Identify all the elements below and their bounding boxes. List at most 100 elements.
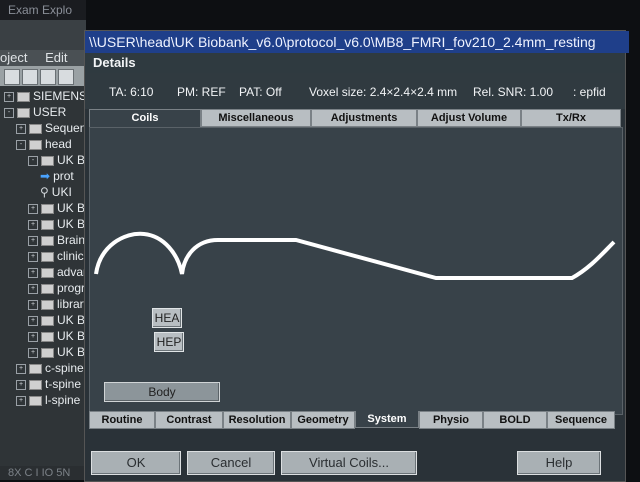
toolbar-paste-icon[interactable] xyxy=(22,69,38,85)
tree-item-label: UK Bio xyxy=(57,329,86,343)
menu-edit[interactable]: Edit xyxy=(45,50,67,65)
expand-icon[interactable]: + xyxy=(28,331,38,342)
tree-item[interactable]: ➡ prot xyxy=(40,168,74,184)
exam-explorer-window: Exam Explo oject Edit + SIEMENS - USER + Sequ… xyxy=(0,0,86,480)
expand-icon[interactable]: + xyxy=(16,123,26,134)
explorer-status: 8X C I IO 5N xyxy=(0,466,86,480)
tree-item-label: UK Bio xyxy=(57,153,86,167)
folder-icon xyxy=(29,395,42,406)
cancel-button[interactable]: Cancel xyxy=(187,451,275,475)
tab-coils[interactable]: Coils xyxy=(89,109,201,128)
folder-icon xyxy=(41,155,54,166)
explorer-menubar: oject Edit xyxy=(0,50,86,66)
tree-item[interactable]: + library xyxy=(28,296,86,312)
expand-icon[interactable]: + xyxy=(28,235,38,246)
dialog-title[interactable]: \\USER\head\UK Biobank_v6.0\protocol_v6.… xyxy=(85,31,629,53)
tab-physio[interactable]: Physio xyxy=(419,411,483,429)
toolbar-copy-icon[interactable] xyxy=(4,69,20,85)
folder-icon xyxy=(41,283,54,294)
tree-item[interactable]: + Brain D xyxy=(28,232,86,248)
tree-item[interactable]: + t-spine xyxy=(16,376,81,392)
tree-item[interactable]: + UK Bio xyxy=(28,312,86,328)
tab-adjust-volume[interactable]: Adjust Volume xyxy=(417,109,521,127)
pm-value: PM: REF xyxy=(177,85,226,99)
virtual-coils-button[interactable]: Virtual Coils... xyxy=(281,451,417,475)
expand-icon[interactable]: + xyxy=(4,91,14,102)
tree-item[interactable]: - head xyxy=(16,136,72,152)
tab-system[interactable]: System xyxy=(355,411,419,428)
tree-item[interactable]: + advanc xyxy=(28,264,86,280)
tree-item[interactable]: - UK Bio xyxy=(28,152,86,168)
expand-icon[interactable]: + xyxy=(16,379,26,390)
details-bar: Details xyxy=(85,53,625,73)
pat-value: PAT: Off xyxy=(239,85,282,99)
tree-item[interactable]: + UK Bio xyxy=(28,200,86,216)
folder-icon xyxy=(41,251,54,262)
tab-contrast[interactable]: Contrast xyxy=(155,411,223,429)
expand-icon[interactable]: + xyxy=(28,219,38,230)
tab-geometry[interactable]: Geometry xyxy=(291,411,355,429)
protocol-tree[interactable]: +SIEMENS-USER+Sequence-head-UK Bio➡prot⚲… xyxy=(0,86,86,480)
ta-value: TA: 6:10 xyxy=(109,85,154,99)
explorer-toolbar xyxy=(0,66,86,86)
coil-body-button[interactable]: Body xyxy=(104,382,220,402)
folder-icon xyxy=(29,363,42,374)
tree-item-label: head xyxy=(45,137,72,151)
rel-snr: Rel. SNR: 1.00 xyxy=(473,85,554,99)
tab-bold[interactable]: BOLD xyxy=(483,411,547,429)
expand-icon[interactable]: + xyxy=(28,283,38,294)
expand-icon[interactable]: + xyxy=(28,347,38,358)
expand-icon[interactable]: + xyxy=(28,251,38,262)
tree-item[interactable]: + UK Bio xyxy=(28,344,86,360)
tree-item[interactable]: + UK Bio xyxy=(28,216,86,232)
tree-item[interactable]: + UK Bio xyxy=(28,328,86,344)
folder-icon xyxy=(41,331,54,342)
expand-icon[interactable]: + xyxy=(28,299,38,310)
tab-tx-rx[interactable]: Tx/Rx xyxy=(521,109,621,127)
collapse-icon[interactable]: - xyxy=(4,107,14,118)
tree-item[interactable]: - USER xyxy=(4,104,66,120)
menu-object[interactable]: oject xyxy=(0,50,27,65)
expand-icon[interactable]: + xyxy=(28,315,38,326)
tab-adjustments[interactable]: Adjustments xyxy=(311,109,417,127)
expand-icon[interactable]: + xyxy=(16,363,26,374)
voxel-size: Voxel size: 2.4×2.4×2.4 mm xyxy=(309,85,458,99)
tree-item-label: UK Bio xyxy=(57,201,86,215)
tab-miscellaneous[interactable]: Miscellaneous xyxy=(201,109,311,127)
protocol-icon: ⚲ xyxy=(40,185,49,199)
expand-icon[interactable]: + xyxy=(16,395,26,406)
toolbar-delete-icon[interactable] xyxy=(58,69,74,85)
tree-item-label: library xyxy=(57,297,86,311)
collapse-icon[interactable]: - xyxy=(28,155,38,166)
tab-resolution[interactable]: Resolution xyxy=(223,411,291,429)
expand-icon[interactable]: + xyxy=(28,203,38,214)
folder-icon xyxy=(41,203,54,214)
tree-item-label: c-spine xyxy=(45,361,84,375)
collapse-icon[interactable]: - xyxy=(16,139,26,150)
coil-hea-button[interactable]: HEA xyxy=(152,308,182,328)
folder-icon xyxy=(29,123,42,134)
tree-item-label: SIEMENS xyxy=(33,89,86,103)
tree-item[interactable]: + Sequence xyxy=(16,120,86,136)
tree-item[interactable]: ⚲ UKI xyxy=(40,184,72,200)
help-button[interactable]: Help xyxy=(517,451,601,475)
tree-item[interactable]: + SIEMENS xyxy=(4,88,86,104)
tree-item-label: progra xyxy=(57,281,86,295)
tree-item-label: USER xyxy=(33,105,67,119)
protocol-dialog: \\USER\head\UK Biobank_v6.0\protocol_v6.… xyxy=(84,30,629,482)
tree-item[interactable]: + l-spine xyxy=(16,392,80,408)
tree-item-label: t-spine xyxy=(45,377,82,391)
coil-outline-path xyxy=(94,231,616,280)
tree-item[interactable]: + progra xyxy=(28,280,86,296)
toolbar-print-icon[interactable] xyxy=(40,69,56,85)
top-tab-row: Coils Miscellaneous Adjustments Adjust V… xyxy=(89,109,621,128)
arrow-right-icon: ➡ xyxy=(40,169,51,183)
tree-item[interactable]: + clinica xyxy=(28,248,86,264)
expand-icon[interactable]: + xyxy=(28,267,38,278)
ok-button[interactable]: OK xyxy=(91,451,181,475)
coil-hep-button[interactable]: HEP xyxy=(154,332,184,352)
tree-item[interactable]: + c-spine xyxy=(16,360,84,376)
tab-sequence[interactable]: Sequence xyxy=(547,411,615,429)
folder-icon xyxy=(41,347,54,358)
tab-routine[interactable]: Routine xyxy=(89,411,155,429)
